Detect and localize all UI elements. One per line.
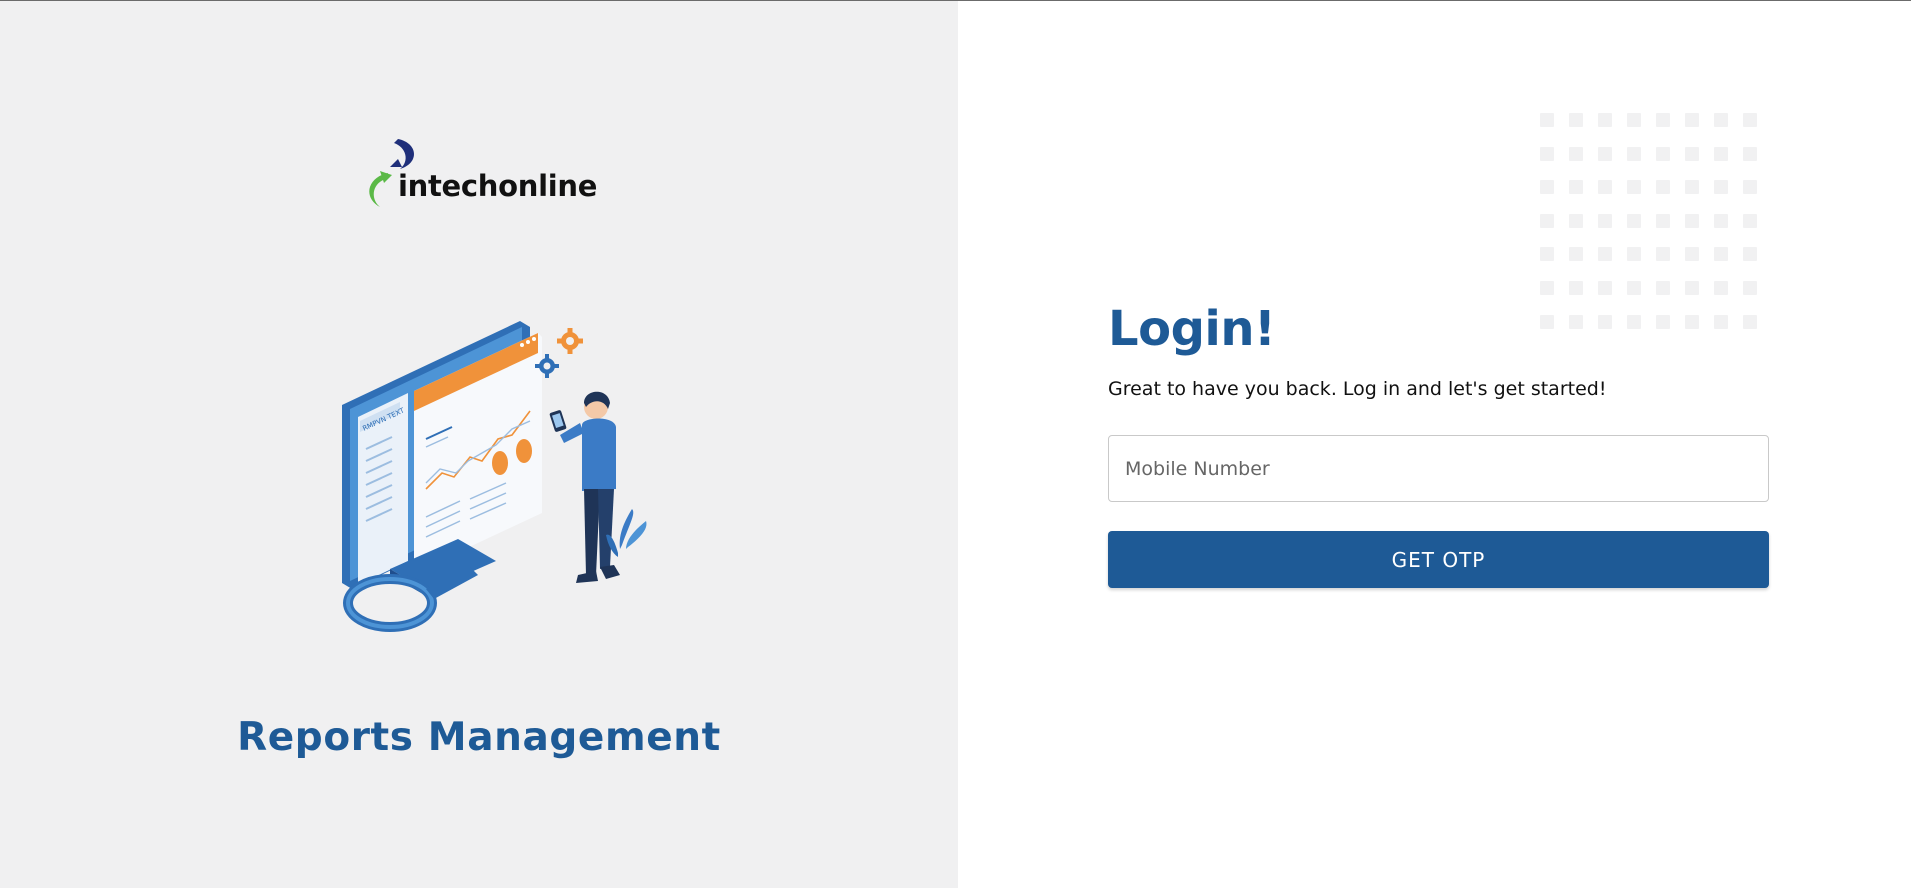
logo-wordmark: intechonline [398,169,598,203]
panel-title: Reports Management [237,715,721,760]
login-panel: Login! Great to have you back. Log in an… [958,1,1911,888]
dashboard-analysis-illustration: RMPVN TEXT [342,321,647,632]
brand-logo: intechonline [360,137,600,209]
decorative-dot-grid [1540,113,1757,329]
login-page: intechonline RMPVN TEXT Reports Manageme… [0,0,1911,888]
mobile-number-input[interactable] [1108,435,1769,502]
get-otp-button[interactable]: GET OTP [1108,531,1769,588]
login-subtitle: Great to have you back. Log in and let's… [1108,378,1607,400]
brand-panel: intechonline RMPVN TEXT Reports Manageme… [0,1,958,888]
login-heading: Login! [1108,301,1276,357]
